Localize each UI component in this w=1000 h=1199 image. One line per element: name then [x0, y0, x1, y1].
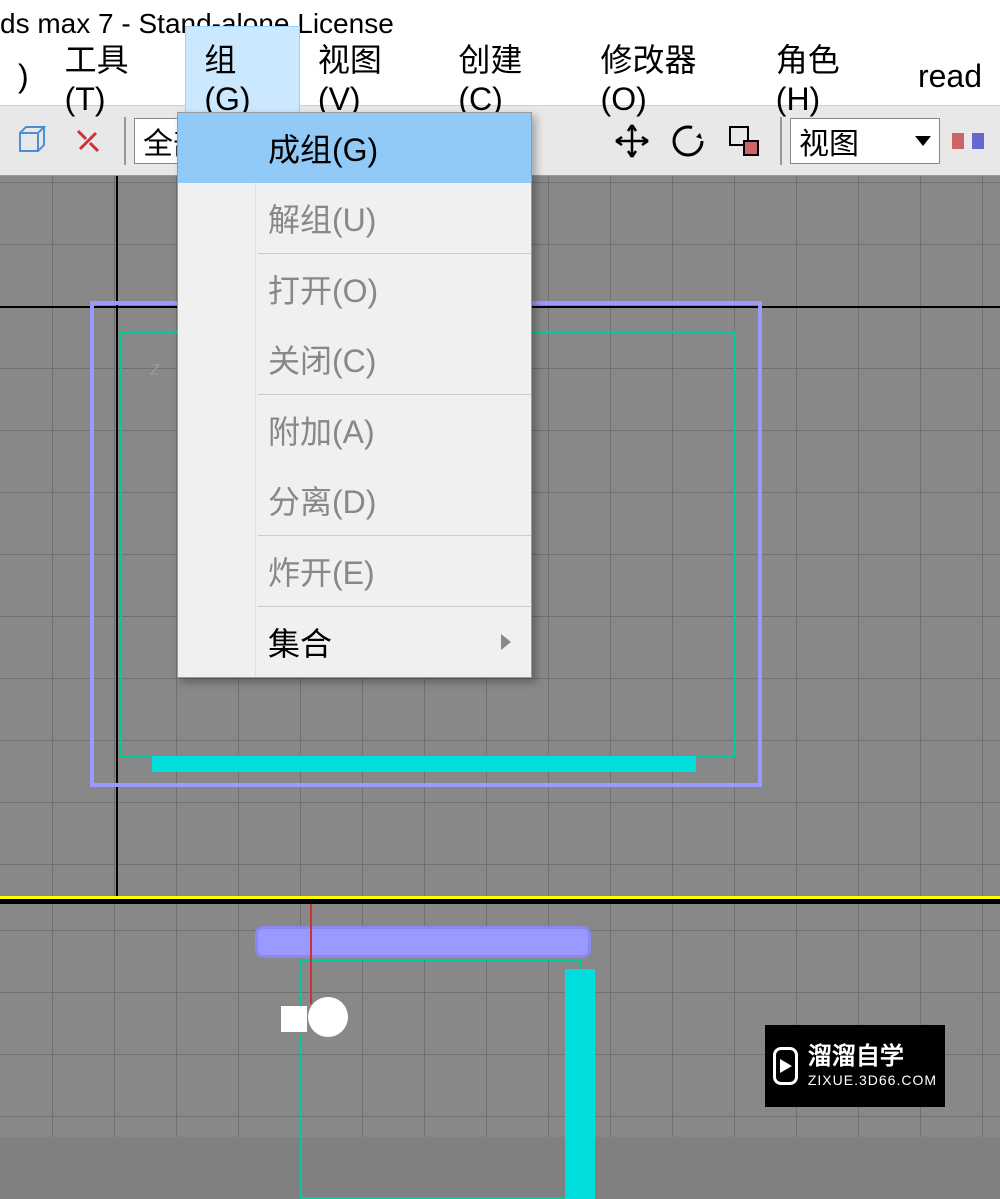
menu-item-attach[interactable]: 附加(A) — [178, 395, 531, 465]
cyan-side-bar — [565, 969, 595, 1199]
menu-item-ungroup[interactable]: 解组(U) — [178, 183, 531, 253]
object-frame — [300, 959, 582, 1199]
watermark-text: 溜溜自学 ZIXUE.3D66.COM — [808, 1043, 937, 1089]
toolbar-coord-label: 视图 — [799, 119, 859, 163]
menu-item-detach[interactable]: 分离(D) — [178, 465, 531, 535]
menu-item-assembly-label: 集合 — [268, 626, 332, 662]
menu-item-open[interactable]: 打开(O) — [178, 254, 531, 324]
watermark-play-icon — [773, 1047, 798, 1085]
watermark-main: 溜溜自学 — [808, 1043, 937, 1072]
viewport-divider[interactable] — [0, 896, 1000, 904]
toolbar-move-icon[interactable] — [608, 117, 656, 165]
cyan-bottom-bar — [152, 756, 696, 772]
menu-item-assembly[interactable]: 集合 — [178, 607, 531, 677]
submenu-arrow-icon — [501, 634, 511, 650]
menu-partial[interactable]: ) — [0, 50, 47, 103]
red-marker — [310, 904, 312, 1004]
menu-role[interactable]: 角色(H) — [758, 27, 900, 126]
menu-read[interactable]: read — [900, 50, 1000, 103]
toolbar-cube-icon[interactable] — [8, 117, 56, 165]
menu-item-close[interactable]: 关闭(C) — [178, 324, 531, 394]
menu-bar: ) 工具(T) 组(G) 视图(V) 创建(C) 修改器(O) 角色(H) re… — [0, 48, 1000, 106]
watermark: 溜溜自学 ZIXUE.3D66.COM — [765, 1025, 945, 1107]
menu-modifier[interactable]: 修改器(O) — [583, 27, 758, 126]
toolbar-scale-icon[interactable] — [720, 117, 768, 165]
axis-z-label: z — [150, 358, 160, 381]
menu-item-group[interactable]: 成组(G) — [178, 113, 531, 183]
toolbar-pivot-icon[interactable] — [944, 117, 992, 165]
toolbar-unlink-icon[interactable] — [64, 117, 112, 165]
menu-item-explode[interactable]: 炸开(E) — [178, 536, 531, 606]
toolbar-rotate-icon[interactable] — [664, 117, 712, 165]
menu-tools[interactable]: 工具(T) — [47, 27, 186, 126]
gizmo[interactable] — [280, 997, 350, 1037]
toolbar-separator — [124, 117, 126, 165]
toolbar-coord-dropdown[interactable]: 视图 — [790, 118, 940, 164]
watermark-sub: ZIXUE.3D66.COM — [808, 1072, 937, 1089]
dropdown-arrow-icon — [915, 136, 931, 146]
toolbar-separator-2 — [780, 117, 782, 165]
group-context-menu: 成组(G) 解组(U) 打开(O) 关闭(C) 附加(A) 分离(D) 炸开(E… — [177, 112, 532, 678]
object-top-bar[interactable] — [255, 926, 591, 958]
